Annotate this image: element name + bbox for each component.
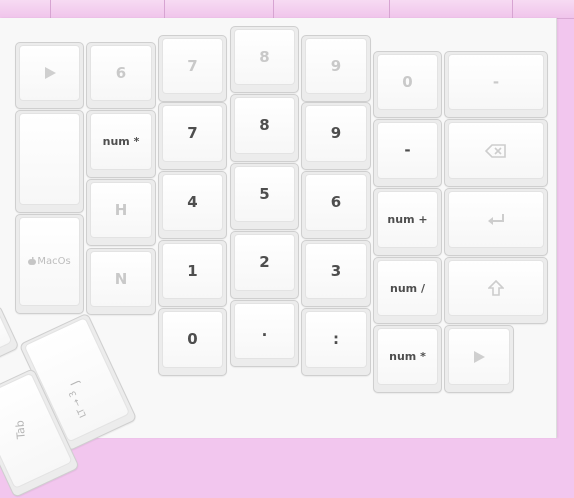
key-6[interactable]: 6 (301, 171, 371, 239)
key-label: 4 (187, 193, 198, 211)
key-num-multiply-2[interactable]: num * (373, 325, 442, 393)
key-label: 7 (187, 56, 198, 75)
key-label: 8 (259, 116, 270, 134)
key-h[interactable]: H (86, 179, 156, 246)
backspace-icon (485, 143, 507, 158)
key-5[interactable]: 5 (230, 163, 299, 230)
key-minus[interactable]: - (373, 119, 442, 187)
key-num-divide[interactable]: num / (373, 257, 442, 324)
key-label: num + (387, 213, 428, 226)
key-label: N (114, 269, 128, 288)
key-4[interactable]: 4 (158, 171, 227, 239)
key-label: 9 (330, 124, 342, 142)
key-label: 7 (187, 124, 198, 142)
key-n[interactable]: N (86, 248, 156, 315)
key-9-faint[interactable]: 9 (301, 35, 371, 102)
key-shift[interactable] (444, 257, 548, 324)
apple-icon (28, 257, 37, 266)
key-colon[interactable]: : (301, 308, 371, 376)
key-3[interactable]: 3 (301, 240, 371, 307)
key-7[interactable]: 7 (158, 102, 227, 170)
key-macos[interactable]: MacOs (15, 214, 84, 314)
key-2[interactable]: 2 (230, 231, 299, 299)
key-label: - (492, 72, 500, 91)
key-0[interactable]: 0 (158, 308, 227, 376)
enter-icon (487, 213, 505, 227)
key-label: H (114, 200, 128, 219)
key-7-faint[interactable]: 7 (158, 35, 227, 102)
key-label: num * (102, 135, 140, 148)
thumb-label-tab: Tab (13, 419, 28, 440)
key-9[interactable]: 9 (301, 102, 371, 170)
key-0-faint[interactable]: 0 (373, 51, 442, 118)
key-label: 8 (259, 47, 270, 66)
key-label: 5 (259, 184, 270, 203)
key-num-multiply[interactable]: num * (86, 110, 156, 178)
key-label: - (404, 141, 411, 159)
play-icon (43, 66, 57, 80)
key-period[interactable]: . (230, 300, 299, 367)
key-8[interactable]: 8 (230, 94, 299, 162)
macos-label: MacOs (37, 255, 71, 267)
key-1[interactable]: 1 (158, 240, 227, 307)
key-label: 6 (115, 63, 127, 82)
key-label: 0 (187, 330, 198, 348)
key-label: : (333, 330, 339, 348)
key-enter[interactable] (444, 188, 548, 256)
key-6-faint[interactable]: 6 (86, 42, 156, 109)
key-minus-faint[interactable]: - (444, 51, 548, 118)
thumb-label-lt3: LT → 3 (67, 388, 89, 419)
key-label: 9 (330, 56, 342, 75)
key-label: 6 (330, 193, 342, 211)
shift-icon (488, 280, 504, 296)
key-label: 2 (259, 253, 270, 271)
key-label: 1 (187, 261, 198, 280)
key-label: 3 (330, 261, 342, 280)
key-label: num / (390, 281, 425, 295)
thumb-label-j: J (68, 378, 82, 388)
key-label: num * (389, 350, 426, 363)
keyboard-layout: MacOs 6 num * H N 7 7 4 1 0 8 8 5 2 . 9 … (0, 18, 557, 498)
key-play-bottom[interactable] (444, 325, 514, 393)
thumb-key-small[interactable] (0, 304, 20, 370)
key-label: 0 (402, 72, 413, 91)
title-bar (0, 0, 574, 19)
key-8-faint[interactable]: 8 (230, 26, 299, 93)
key-play-top[interactable] (15, 42, 84, 109)
key-backspace[interactable] (444, 119, 548, 187)
key-label: . (261, 321, 268, 340)
key-num-plus[interactable]: num + (373, 188, 442, 256)
key-blank[interactable] (15, 110, 84, 213)
play-icon (472, 350, 486, 364)
